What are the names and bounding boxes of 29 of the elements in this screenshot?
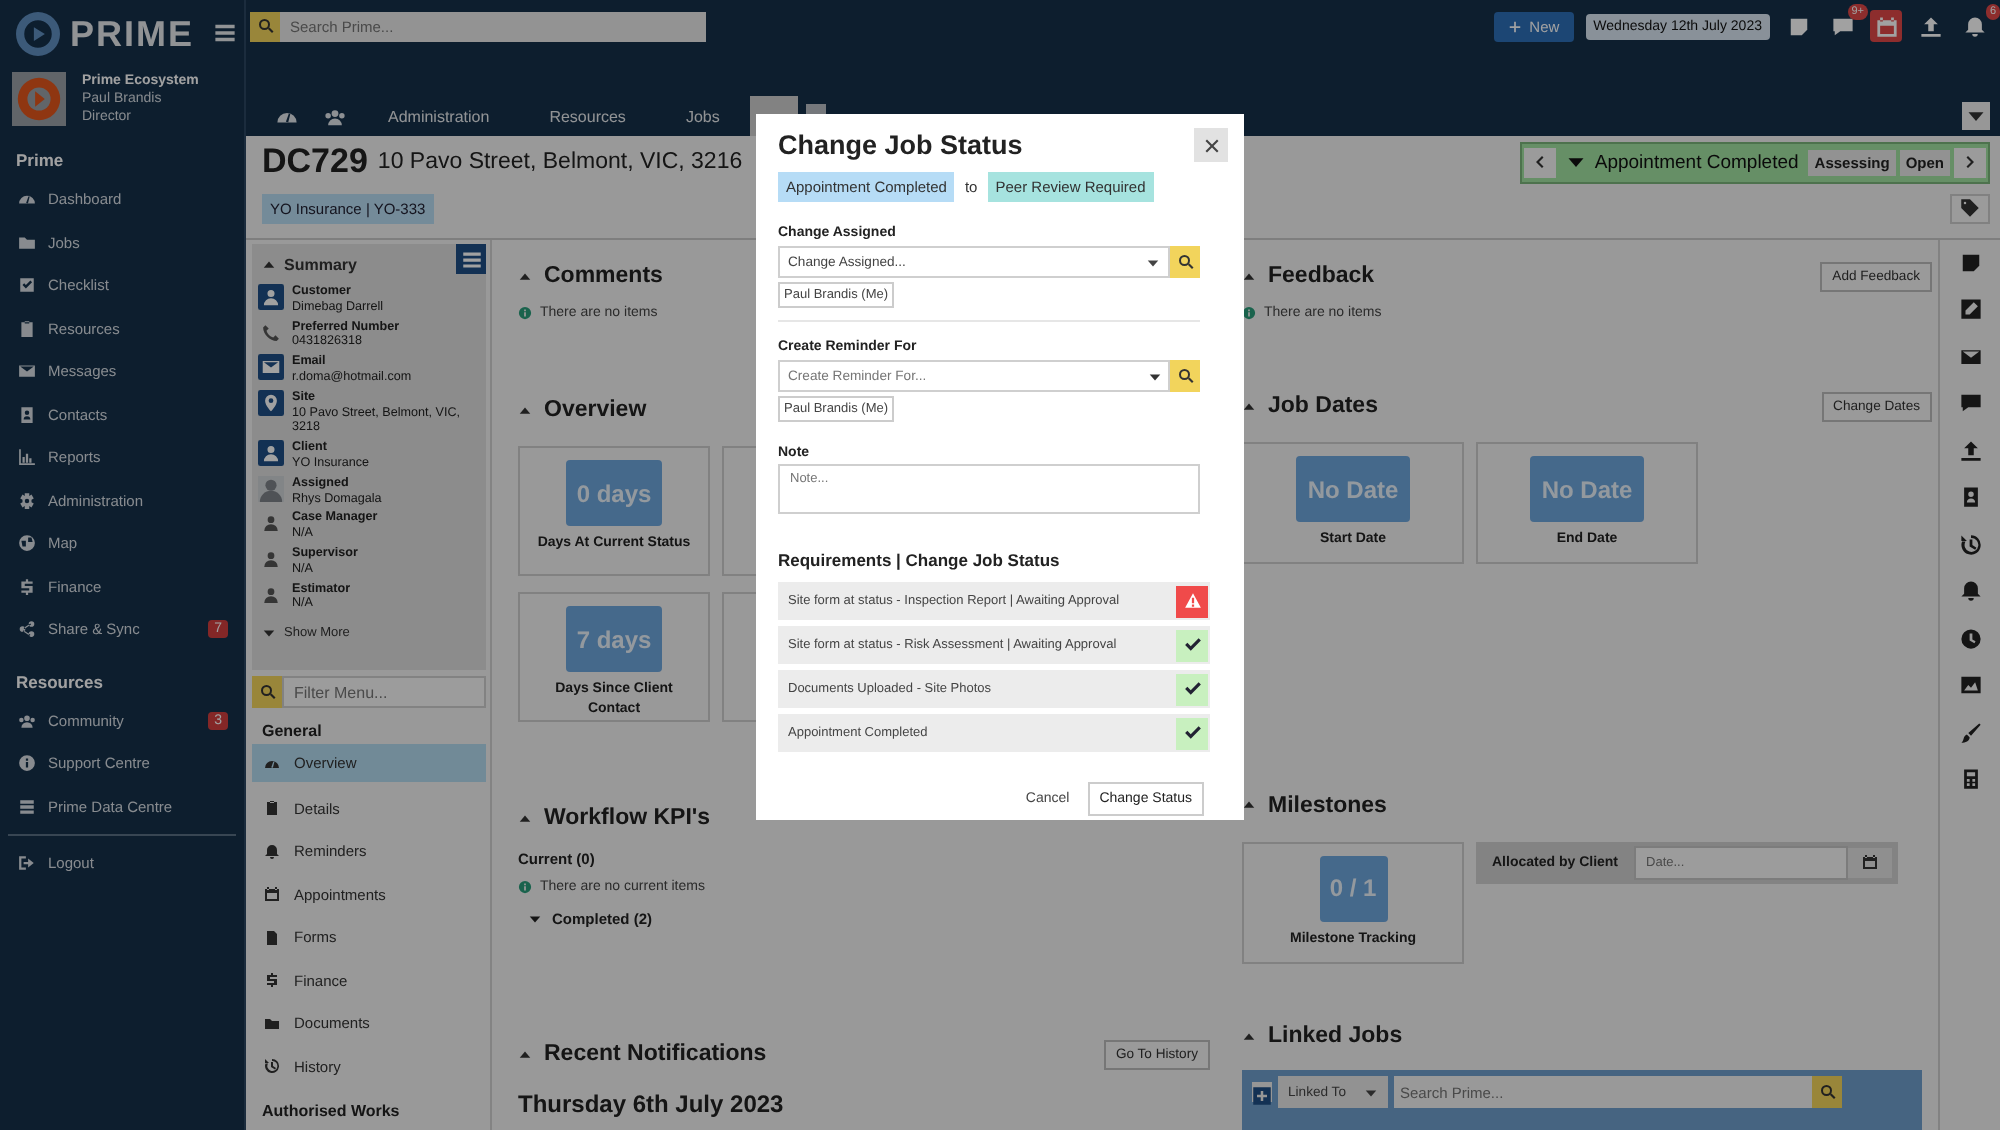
- section-title: Job Dates: [1268, 394, 1378, 419]
- sidebar-heading: Prime: [14, 148, 66, 174]
- date-value: No Date: [1296, 456, 1410, 523]
- nav-tab[interactable]: Administration: [358, 96, 520, 136]
- menu-heading: Authorised Works: [260, 1100, 402, 1124]
- date-heading: Thursday 6th July 2023: [518, 1090, 786, 1118]
- section-title: Overview: [544, 398, 647, 422]
- brand-logo: PRIME: [70, 13, 195, 55]
- nav-tab[interactable]: Jobs: [655, 96, 750, 136]
- section-title: Milestones: [1268, 793, 1387, 818]
- stat-value: 7 days: [566, 606, 662, 672]
- filter-field[interactable]: Filter Menu...: [282, 676, 486, 708]
- job-number: DC729: [262, 142, 368, 182]
- menu-heading: General: [260, 720, 324, 744]
- panel-title: Summary: [284, 256, 357, 274]
- dialog-title: Change Job Status: [778, 130, 1023, 160]
- section-title: Feedback: [1268, 264, 1375, 288]
- section-title: Workflow KPI's: [544, 806, 711, 830]
- section-title: Linked Jobs: [1268, 1024, 1403, 1048]
- stat-value: 0 days: [566, 460, 662, 526]
- nav-tab[interactable]: Resources: [519, 96, 656, 136]
- section-title: Requirements | Change Job Status: [778, 550, 1062, 570]
- job-address: 10 Pavo Street, Belmont, VIC, 3216: [377, 150, 743, 174]
- status-dropdown[interactable]: Appointment Completed: [1560, 151, 1805, 173]
- date-value: No Date: [1530, 456, 1644, 523]
- section-title: Recent Notifications: [544, 1042, 767, 1066]
- section-title: Comments: [544, 264, 663, 288]
- sidebar-heading: Resources: [14, 669, 105, 695]
- milestone-value: 0 / 1: [1319, 855, 1387, 922]
